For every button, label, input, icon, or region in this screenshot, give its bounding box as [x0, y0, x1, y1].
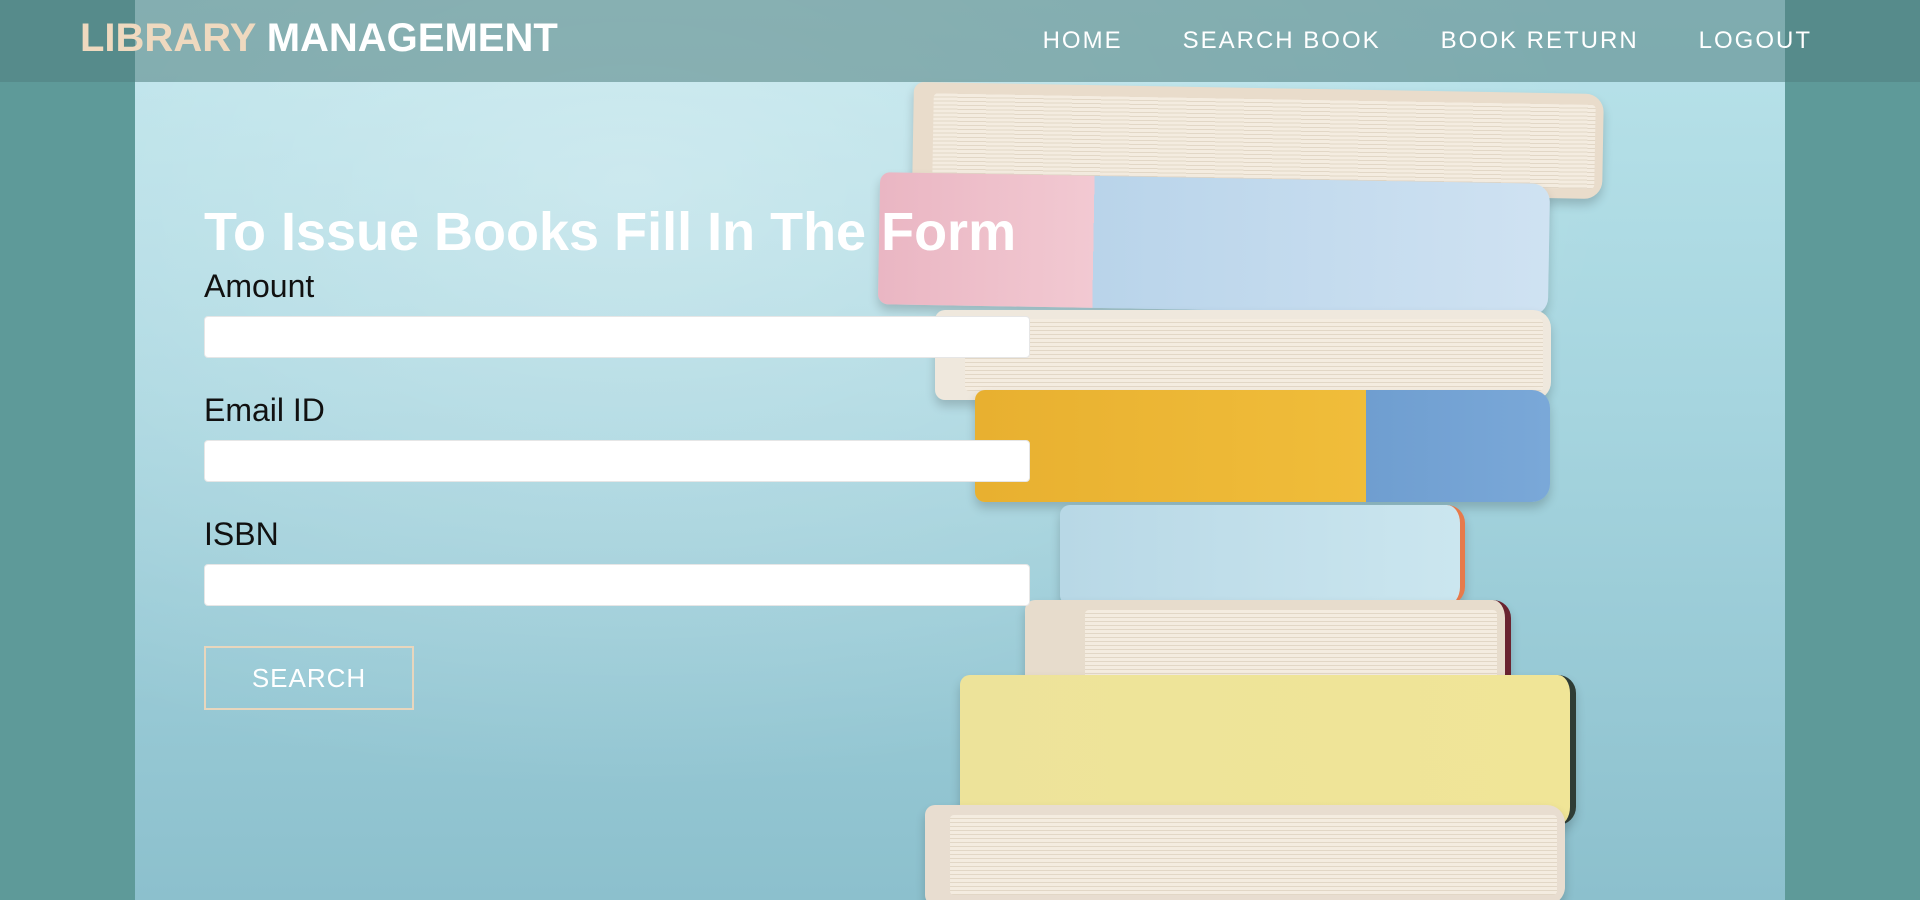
- search-button[interactable]: SEARCH: [204, 646, 414, 710]
- isbn-label: ISBN: [204, 516, 279, 552]
- book-yellow: [960, 675, 1576, 825]
- form-title: To Issue Books Fill In The Form: [204, 202, 1017, 262]
- nav-book-return[interactable]: BOOK RETURN: [1441, 27, 1639, 55]
- brand-accent-text: LIBRARY: [80, 16, 256, 60]
- email-id-input[interactable]: [204, 440, 1030, 482]
- brand-main-text: MANAGEMENT: [266, 16, 558, 60]
- nav-logout[interactable]: LOGOUT: [1699, 27, 1812, 55]
- main-nav: HOME SEARCH BOOK BOOK RETURN LOGOUT: [983, 0, 1812, 82]
- amount-input[interactable]: [204, 316, 1030, 358]
- book-yellow-blue: [975, 390, 1550, 502]
- book-beige: [925, 805, 1565, 900]
- email-id-label: Email ID: [204, 392, 325, 428]
- amount-label: Amount: [204, 268, 315, 304]
- nav-search-book[interactable]: SEARCH BOOK: [1183, 27, 1381, 55]
- book-light-blue: [1060, 505, 1465, 605]
- top-navigation-bar: LIBRARY MANAGEMENT HOME SEARCH BOOK BOOK…: [0, 0, 1920, 82]
- brand-logo[interactable]: LIBRARY MANAGEMENT: [80, 16, 558, 61]
- issue-book-form: To Issue Books Fill In The Form Amount E…: [204, 200, 1034, 710]
- isbn-input[interactable]: [204, 564, 1030, 606]
- nav-home[interactable]: HOME: [1043, 27, 1123, 55]
